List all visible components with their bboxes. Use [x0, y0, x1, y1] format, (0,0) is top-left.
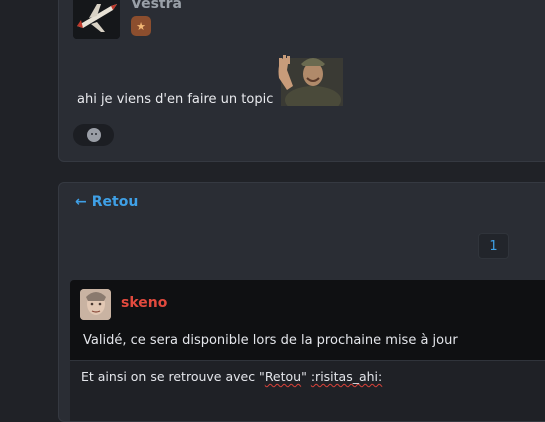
post-message: ahi je viens d'en faire un topic — [77, 92, 274, 107]
back-link-label: Retou — [91, 194, 139, 210]
arrow-left-icon: ← — [75, 194, 87, 210]
reply-text-start: Et ainsi on se retrouve avec " — [81, 369, 265, 384]
airplane-icon — [73, 0, 120, 39]
star-icon: ★ — [136, 19, 146, 33]
smiley-icon — [86, 128, 101, 142]
quote-author-name[interactable]: skeno — [121, 295, 167, 311]
waving-man-sticker — [273, 50, 345, 114]
quote-text: Validé, ce sera disponible lors de la pr… — [83, 333, 458, 348]
left-rail — [0, 0, 58, 408]
quote-block — [70, 280, 545, 360]
reply-text-middle: " — [301, 369, 311, 384]
page-button[interactable]: 1 — [478, 233, 509, 259]
post-username[interactable]: Vestra — [131, 0, 182, 12]
sticker-code: :risitas_ahi: — [310, 369, 383, 384]
misspelled-word: Retou — [264, 369, 302, 384]
back-link[interactable]: ← Retou — [75, 194, 138, 210]
user-badge: ★ — [131, 16, 151, 36]
user-avatar[interactable] — [73, 0, 120, 39]
quote-author-avatar[interactable] — [80, 289, 111, 320]
add-reaction-button[interactable] — [73, 124, 114, 146]
reply-text[interactable]: Et ainsi on se retrouve avec "Retou" :ri… — [81, 369, 382, 384]
